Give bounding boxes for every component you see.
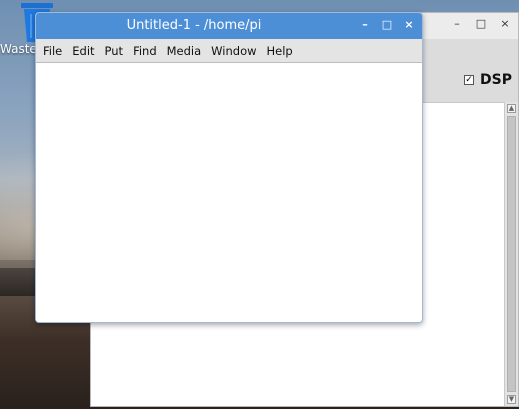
dsp-label: DSP bbox=[480, 72, 512, 88]
vertical-scrollbar[interactable]: ▲ ▼ bbox=[504, 102, 518, 406]
scroll-up-icon[interactable]: ▲ bbox=[507, 104, 516, 113]
scrollbar-thumb[interactable] bbox=[507, 116, 516, 392]
menu-bar: File Edit Put Find Media Window Help bbox=[36, 39, 422, 63]
minimize-icon[interactable]: – bbox=[358, 18, 372, 32]
document-canvas[interactable] bbox=[36, 63, 422, 322]
dsp-toggle[interactable]: ✓ DSP bbox=[464, 72, 512, 88]
close-icon[interactable]: × bbox=[402, 18, 416, 32]
menu-file[interactable]: File bbox=[43, 44, 62, 58]
close-icon[interactable]: × bbox=[498, 17, 512, 31]
window-title: Untitled-1 - /home/pi bbox=[126, 18, 262, 33]
dsp-checkbox[interactable]: ✓ bbox=[464, 75, 475, 85]
trash-label: Waste bbox=[0, 42, 37, 56]
maximize-icon[interactable]: □ bbox=[380, 18, 394, 32]
editor-window: Untitled-1 - /home/pi – □ × File Edit Pu… bbox=[35, 12, 423, 323]
menu-window[interactable]: Window bbox=[211, 44, 256, 58]
menu-media[interactable]: Media bbox=[167, 44, 202, 58]
menu-put[interactable]: Put bbox=[105, 44, 124, 58]
menu-help[interactable]: Help bbox=[267, 44, 293, 58]
scroll-down-icon[interactable]: ▼ bbox=[507, 395, 516, 404]
menu-find[interactable]: Find bbox=[133, 44, 157, 58]
editor-titlebar[interactable]: Untitled-1 - /home/pi – □ × bbox=[36, 13, 422, 39]
menu-edit[interactable]: Edit bbox=[72, 44, 94, 58]
minimize-icon[interactable]: – bbox=[450, 17, 464, 31]
maximize-icon[interactable]: □ bbox=[474, 17, 488, 31]
